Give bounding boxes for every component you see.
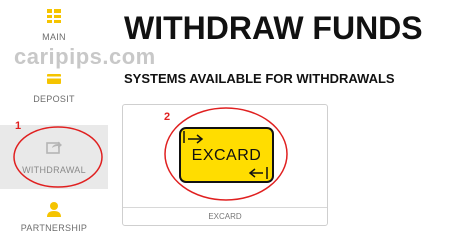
annotation-number-2: 2 <box>164 111 171 123</box>
watermark: caripips.com <box>14 44 156 69</box>
sidebar-item-label: MAIN <box>42 32 66 42</box>
credit-card-icon <box>47 74 61 84</box>
payment-system-name: EXCARD <box>123 207 327 225</box>
share-export-icon <box>46 141 62 154</box>
sidebar-item-deposit[interactable]: DEPOSIT <box>0 72 108 110</box>
user-icon <box>47 202 61 217</box>
sidebar-item-main[interactable]: MAIN <box>0 8 108 48</box>
sidebar-item-partnership[interactable]: PARTNERSHIP <box>0 201 108 237</box>
sidebar-item-label: WITHDRAWAL <box>22 165 86 175</box>
sidebar-item-withdrawal[interactable]: WITHDRAWAL <box>0 125 108 189</box>
excard-logo: EXCARD <box>179 127 274 183</box>
annotation-number-1: 1 <box>15 120 22 132</box>
section-subtitle: SYSTEMS AVAILABLE FOR WITHDRAWALS <box>124 71 395 86</box>
payment-system-card[interactable]: EXCARD EXCARD <box>122 104 328 226</box>
excard-logo-text: EXCARD <box>191 147 262 164</box>
sidebar-item-label: PARTNERSHIP <box>20 223 88 233</box>
dashboard-icon <box>47 9 61 23</box>
sidebar-item-label: DEPOSIT <box>33 94 75 104</box>
page-title: WITHDRAW FUNDS <box>124 10 423 46</box>
